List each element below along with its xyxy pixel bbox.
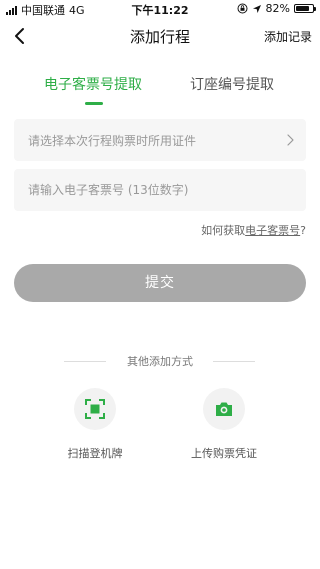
active-tab-indicator: [85, 102, 103, 105]
add-record-button[interactable]: 添加记录: [264, 28, 312, 45]
chevron-right-icon: [287, 134, 294, 146]
ticket-number-field: [14, 169, 306, 211]
id-document-placeholder: 请选择本次行程购票时所用证件: [28, 134, 197, 148]
lock-rotation-icon: [237, 3, 248, 14]
ticket-number-input[interactable]: [28, 169, 292, 211]
tab-e-ticket[interactable]: 电子客票号提取: [44, 74, 142, 94]
upload-option-label[interactable]: 上传购票凭证: [169, 445, 279, 461]
help-link-text[interactable]: 电子客票号: [245, 224, 300, 237]
other-methods-divider: 其他添加方式: [0, 353, 320, 369]
help-link[interactable]: 如何获取电子客票号?: [201, 222, 306, 238]
submit-button[interactable]: 提交: [14, 264, 306, 302]
location-arrow-icon: [252, 4, 261, 13]
upload-voucher-option[interactable]: 上传购票凭证: [169, 388, 279, 461]
nav-bar: 添加行程 添加记录: [0, 18, 320, 54]
camera-icon-circle[interactable]: [203, 388, 245, 430]
scan-option-label[interactable]: 扫描登机牌: [40, 445, 150, 461]
camera-icon: [216, 402, 232, 416]
status-bar: 中国联通 4G 下午11:22 82%: [0, 0, 320, 18]
id-document-select[interactable]: 请选择本次行程购票时所用证件: [14, 119, 306, 161]
status-right: 82%: [237, 2, 316, 15]
scan-boarding-pass-option[interactable]: 扫描登机牌: [40, 388, 150, 461]
help-suffix: ?: [300, 224, 306, 237]
tab-booking-code[interactable]: 订座编号提取: [190, 74, 274, 94]
scan-icon: [85, 399, 105, 419]
extraction-tabs: 电子客票号提取 订座编号提取: [0, 70, 320, 110]
battery-level-fill: [296, 6, 309, 11]
help-prefix: 如何获取: [201, 224, 246, 237]
scan-icon-circle[interactable]: [74, 388, 116, 430]
other-methods-title: 其他添加方式: [127, 355, 193, 368]
battery-icon: [294, 4, 316, 13]
divider-line-right: [213, 361, 255, 362]
battery-percent: 82%: [265, 2, 290, 15]
